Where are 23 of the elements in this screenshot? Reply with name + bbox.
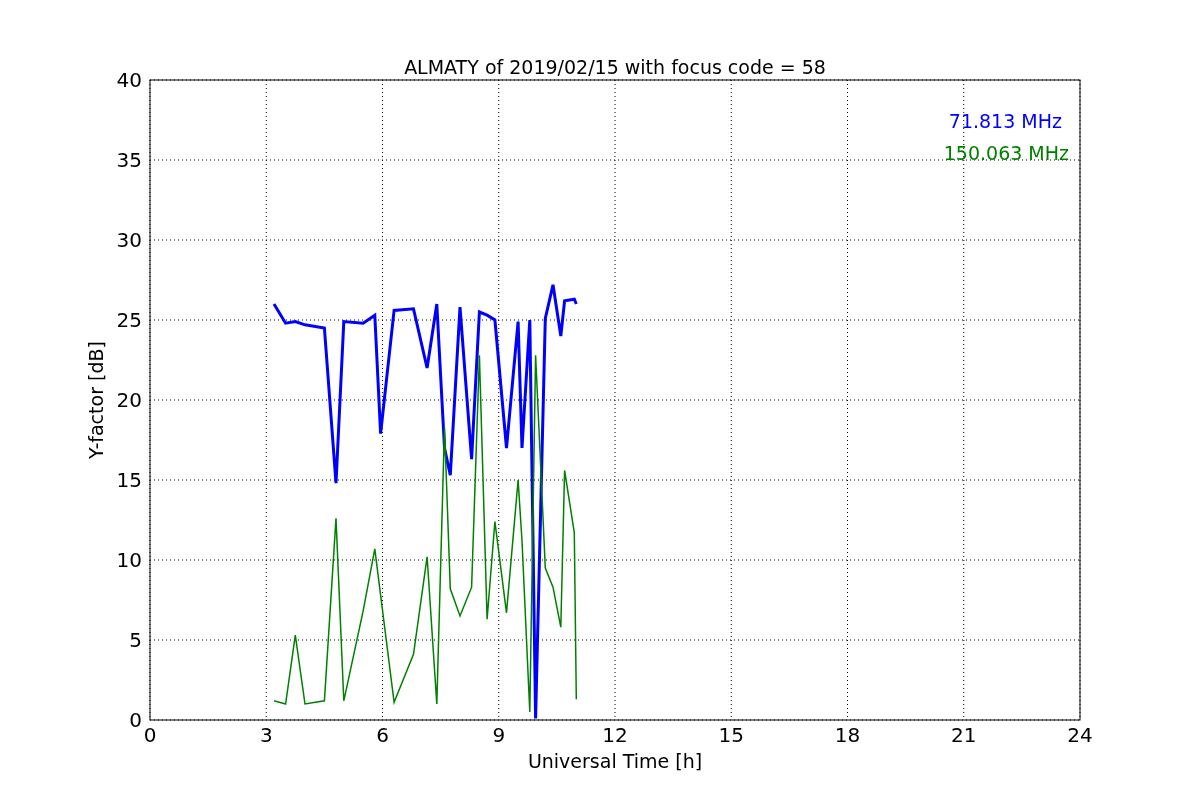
y-tick-label: 35 [116, 148, 142, 172]
x-axis-label: Universal Time [h] [527, 750, 703, 772]
x-tick-label: 12 [602, 723, 628, 747]
y-tick-label: 30 [116, 228, 142, 252]
y-tick-label: 20 [116, 388, 142, 412]
y-tick-label: 0 [129, 708, 142, 732]
y-tick-label: 10 [116, 548, 142, 572]
x-tick-label: 21 [951, 723, 977, 747]
x-tick-label: 3 [259, 723, 273, 747]
y-axis-label: Y-factor [dB] [85, 341, 107, 459]
x-tick-label: 0 [143, 723, 157, 747]
y-tick-label: 5 [129, 628, 142, 652]
x-tick-label: 24 [1067, 723, 1093, 747]
chart-title: ALMATY of 2019/02/15 with focus code = 58 [404, 56, 826, 78]
x-tick-label: 15 [718, 723, 744, 747]
legend-label: 71.813 MHz [948, 110, 1062, 132]
y-tick-label: 25 [116, 308, 142, 332]
x-tick-label: 6 [376, 723, 389, 747]
y-tick-label: 40 [116, 68, 142, 92]
x-tick-label: 18 [834, 723, 861, 747]
x-tick-label: 9 [492, 723, 506, 747]
y-tick-label: 15 [116, 468, 142, 492]
legend-label: 150.063 MHz [943, 142, 1069, 164]
